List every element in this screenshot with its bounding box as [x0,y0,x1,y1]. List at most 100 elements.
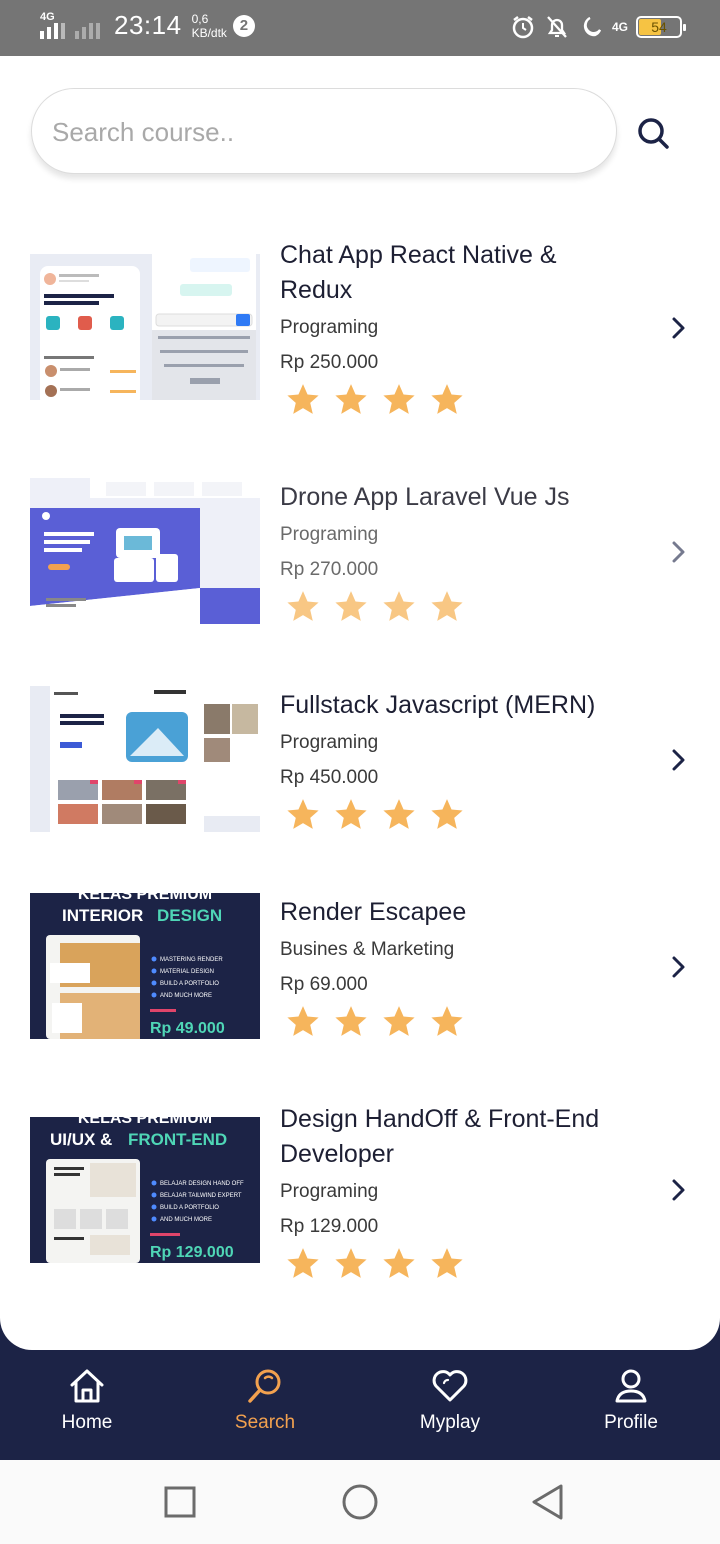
network-speed: 0,6 KB/dtk [192,12,227,40]
nav-profile[interactable]: Profile [566,1366,696,1434]
thumb-badge: KELAS PREMIUM [78,893,212,903]
thumb-bullet: MATERIAL DESIGN [160,969,214,975]
course-thumbnail: KELAS PREMIUM INTERIOR DESIGN MASTERING … [30,893,260,1039]
thumb-bullet: MASTERING RENDER [160,957,223,963]
course-info: Render Escapee Busines & Marketing Rp 69… [280,895,660,1038]
nav-home-label: Home [61,1412,113,1433]
course-rating [286,1004,660,1038]
star-icon [335,1006,367,1036]
signal-icon-2 [75,13,100,39]
star-icon [431,384,463,414]
course-item[interactable]: KELAS PREMIUM INTERIOR DESIGN MASTERING … [0,893,720,1093]
nav-home[interactable]: Home [22,1366,152,1434]
star-icon [287,384,319,414]
chevron-right-icon[interactable] [666,1178,690,1202]
speed-value: 0,6 [191,11,209,26]
star-icon [335,1248,367,1278]
network-type: 4G [40,10,55,23]
search-input[interactable] [52,111,592,153]
course-title: Drone App Laravel Vue Js [280,483,570,511]
nav-myplay[interactable]: Myplay [385,1366,515,1434]
search-button[interactable] [632,112,676,156]
course-info: Drone App Laravel Vue Js Programing Rp 2… [280,480,660,623]
course-price: Rp 250.000 [280,352,379,373]
thumb-price: Rp 49.000 [150,1020,225,1037]
content-panel-bottom [0,1300,720,1350]
course-info: Chat App React Native & Redux Programing… [280,238,660,416]
circle-icon[interactable] [340,1482,380,1522]
star-icon [383,384,415,414]
course-title: Chat App React Native & Redux [280,241,557,304]
nav-myplay-label: Myplay [419,1412,481,1433]
course-thumbnail: KELAS PREMIUM UI/UX & FRONT-END BELAJAR … [30,1117,260,1263]
bell-off-icon [547,16,567,38]
nav-profile-label: Profile [604,1412,658,1433]
course-info: Fullstack Javascript (MERN) Programing R… [280,688,660,831]
course-price: Rp 270.000 [280,559,379,580]
course-category: Programing [280,1181,379,1202]
course-category: Programing [280,317,379,338]
star-icon [431,591,463,621]
course-item[interactable]: Drone App Laravel Vue Js Programing Rp 2… [0,478,720,678]
profile-icon [615,1369,647,1403]
course-price: Rp 129.000 [280,1216,379,1237]
battery-icon: 54 [636,16,686,38]
speed-unit: KB/dtk [191,25,227,40]
course-rating [286,797,660,831]
chevron-right-icon[interactable] [666,540,690,564]
course-title: Render Escapee [280,898,467,926]
nav-search[interactable]: Search [200,1366,330,1434]
course-category: Programing [280,732,379,753]
star-icon [431,1248,463,1278]
search-icon [638,118,669,149]
battery-level: 54 [651,19,667,35]
heart-icon [432,1370,468,1402]
thumb-heading-accent: DESIGN [157,906,222,925]
chevron-right-icon[interactable] [666,316,690,340]
chevron-right-icon[interactable] [666,955,690,979]
back-triangle-icon[interactable] [528,1482,568,1522]
thumb-heading-accent: FRONT-END [128,1130,227,1149]
notification-badge: 2 [232,14,255,37]
thumb-heading: INTERIOR [62,906,143,925]
course-category: Programing [280,524,379,545]
square-icon[interactable] [160,1482,200,1522]
thumb-bullet: BUILD A PORTFOLIO [160,1205,219,1211]
thumb-bullet: BELAJAR TAILWIND EXPERT [160,1193,242,1199]
course-item[interactable]: Fullstack Javascript (MERN) Programing R… [0,686,720,886]
course-thumbnail [30,478,260,624]
course-rating [286,1246,660,1280]
alarm-icon [512,16,534,39]
course-item[interactable]: Chat App React Native & Redux Programing… [0,236,720,436]
course-title: Fullstack Javascript (MERN) [280,691,596,719]
star-icon [335,799,367,829]
clock: 23:14 [114,10,182,40]
course-rating [286,382,660,416]
search-icon [248,1369,281,1403]
course-category: Busines & Marketing [280,939,455,960]
thumb-price: Rp 129.000 [150,1244,234,1261]
star-icon [383,799,415,829]
thumb-bullet: AND MUCH MORE [160,993,212,999]
thumb-heading: UI/UX & [50,1130,112,1149]
network-type-right: 4G [611,20,628,34]
course-title: Design HandOff & Front-End Developer [280,1105,600,1168]
star-icon [287,1006,319,1036]
course-price: Rp 450.000 [280,767,379,788]
course-thumbnail [30,254,260,400]
status-bar: 4G 23:14 0,6 KB/dtk 2 4G 54 [0,0,720,56]
star-icon [335,591,367,621]
thumb-bullet: BELAJAR DESIGN HAND OFF [160,1181,244,1187]
star-icon [335,384,367,414]
star-icon [287,1248,319,1278]
system-navigation [0,1460,720,1544]
star-icon [287,591,319,621]
star-icon [383,1248,415,1278]
course-item[interactable]: KELAS PREMIUM UI/UX & FRONT-END BELAJAR … [0,1100,720,1300]
chevron-right-icon[interactable] [666,748,690,772]
thumb-bullet: AND MUCH MORE [160,1217,212,1223]
course-rating [286,589,660,623]
course-info: Design HandOff & Front-End Developer Pro… [280,1102,660,1280]
search-bar [31,88,617,174]
star-icon [431,1006,463,1036]
